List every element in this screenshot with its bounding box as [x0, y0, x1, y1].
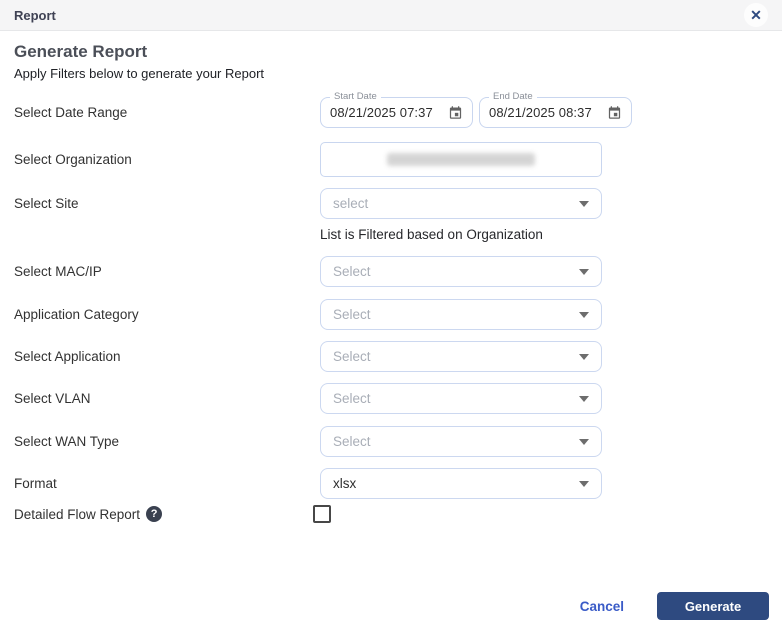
dialog-header: Report ✕: [0, 0, 782, 31]
chevron-down-icon: [579, 396, 589, 402]
site-row: Select Site select: [14, 188, 79, 219]
mac-ip-field-col: Select: [320, 256, 602, 287]
application-placeholder: Select: [333, 349, 371, 364]
cancel-button[interactable]: Cancel: [580, 599, 624, 614]
site-helper-text: List is Filtered based on Organization: [320, 227, 543, 242]
organization-row: Select Organization: [14, 142, 132, 177]
format-row: Format xlsx: [14, 468, 57, 499]
organization-field-col: [320, 142, 602, 177]
calendar-icon[interactable]: [448, 105, 463, 120]
chevron-down-icon: [579, 201, 589, 207]
chevron-down-icon: [579, 439, 589, 445]
format-label: Format: [14, 476, 57, 491]
app-category-row: Application Category Select: [14, 299, 139, 330]
page-subtitle: Apply Filters below to generate your Rep…: [14, 66, 264, 81]
app-category-select[interactable]: Select: [320, 299, 602, 330]
dialog-footer: Cancel Generate: [580, 592, 769, 620]
app-category-label: Application Category: [14, 307, 139, 322]
app-category-placeholder: Select: [333, 307, 371, 322]
application-row: Select Application Select: [14, 341, 121, 372]
detailed-flow-row: Detailed Flow Report ?: [14, 503, 162, 525]
end-date-floating-label: End Date: [489, 91, 537, 102]
vlan-placeholder: Select: [333, 391, 371, 406]
site-label: Select Site: [14, 196, 79, 211]
organization-redacted-value: [387, 153, 535, 166]
site-select[interactable]: select: [320, 188, 602, 219]
vlan-select[interactable]: Select: [320, 383, 602, 414]
close-icon[interactable]: ✕: [744, 3, 768, 27]
mac-ip-select[interactable]: Select: [320, 256, 602, 287]
start-date-value[interactable]: 08/21/2025 07:37: [330, 105, 433, 120]
end-date-value[interactable]: 08/21/2025 08:37: [489, 105, 592, 120]
detailed-flow-label: Detailed Flow Report: [14, 507, 140, 522]
date-range-fields: Start Date 08/21/2025 07:37 End Date 08/…: [320, 97, 632, 128]
vlan-field-col: Select: [320, 383, 602, 414]
start-date-floating-label: Start Date: [330, 91, 381, 102]
application-label: Select Application: [14, 349, 121, 364]
start-date-field[interactable]: Start Date 08/21/2025 07:37: [320, 97, 473, 128]
site-placeholder: select: [333, 196, 368, 211]
application-field-col: Select: [320, 341, 602, 372]
help-icon[interactable]: ?: [146, 506, 162, 522]
end-date-field[interactable]: End Date 08/21/2025 08:37: [479, 97, 632, 128]
report-dialog: Report ✕ Generate Report Apply Filters b…: [0, 0, 782, 625]
vlan-row: Select VLAN Select: [14, 383, 91, 414]
chevron-down-icon: [579, 269, 589, 275]
app-category-field-col: Select: [320, 299, 602, 330]
mac-ip-row: Select MAC/IP Select: [14, 256, 102, 287]
application-select[interactable]: Select: [320, 341, 602, 372]
wan-type-placeholder: Select: [333, 434, 371, 449]
wan-type-row: Select WAN Type Select: [14, 426, 119, 457]
vlan-label: Select VLAN: [14, 391, 91, 406]
detailed-flow-field-col: [313, 505, 331, 523]
organization-label: Select Organization: [14, 152, 132, 167]
date-range-row: Select Date Range Start Date 08/21/2025 …: [14, 97, 127, 128]
site-field-col: select: [320, 188, 602, 219]
calendar-icon[interactable]: [607, 105, 622, 120]
page-title: Generate Report: [14, 42, 147, 62]
organization-input[interactable]: [320, 142, 602, 177]
wan-type-field-col: Select: [320, 426, 602, 457]
wan-type-select[interactable]: Select: [320, 426, 602, 457]
chevron-down-icon: [579, 312, 589, 318]
detailed-flow-checkbox[interactable]: [313, 505, 331, 523]
wan-type-label: Select WAN Type: [14, 434, 119, 449]
format-select[interactable]: xlsx: [320, 468, 602, 499]
dialog-title: Report: [14, 8, 56, 23]
mac-ip-placeholder: Select: [333, 264, 371, 279]
generate-button[interactable]: Generate: [657, 592, 769, 620]
chevron-down-icon: [579, 354, 589, 360]
format-field-col: xlsx: [320, 468, 602, 499]
date-range-label: Select Date Range: [14, 105, 127, 120]
format-value: xlsx: [333, 476, 356, 491]
chevron-down-icon: [579, 481, 589, 487]
mac-ip-label: Select MAC/IP: [14, 264, 102, 279]
